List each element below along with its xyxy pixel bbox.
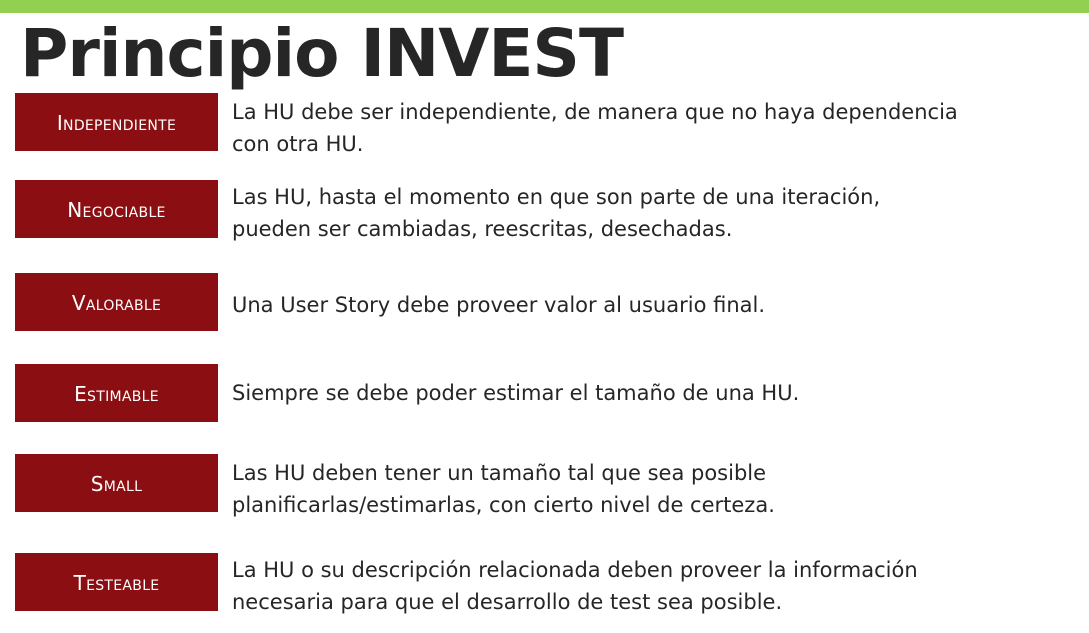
badge-negociable: Negociable [15,180,218,238]
badge-small: Small [15,454,218,512]
description-testeable: La HU o su descripción relacionada deben… [232,554,1072,618]
badge-testeable: Testeable [15,553,218,611]
description-independiente: La HU debe ser independiente, de manera … [232,96,1072,160]
description-estimable: Siempre se debe poder estimar el tamaño … [232,377,1072,409]
description-line: Siempre se debe poder estimar el tamaño … [232,381,800,405]
description-line: La HU debe ser independiente, de manera … [232,100,958,124]
description-line: Una User Story debe proveer valor al usu… [232,293,766,317]
description-valorable: Una User Story debe proveer valor al usu… [232,289,1072,321]
badge-independiente: Independiente [15,93,218,151]
top-accent-bar [0,0,1089,13]
page-title: Principio INVEST [20,15,624,92]
description-line: con otra HU. [232,132,364,156]
description-line: Las HU deben tener un tamaño tal que sea… [232,461,767,485]
description-line: pueden ser cambiadas, reescritas, desech… [232,217,733,241]
description-line: planificarlas/estimarlas, con cierto niv… [232,493,775,517]
description-small: Las HU deben tener un tamaño tal que sea… [232,457,1072,521]
description-line: Las HU, hasta el momento en que son part… [232,185,881,209]
badge-estimable: Estimable [15,364,218,422]
badge-valorable: Valorable [15,273,218,331]
description-negociable: Las HU, hasta el momento en que son part… [232,181,1072,245]
description-line: necesaria para que el desarrollo de test… [232,590,783,614]
description-line: La HU o su descripción relacionada deben… [232,558,918,582]
